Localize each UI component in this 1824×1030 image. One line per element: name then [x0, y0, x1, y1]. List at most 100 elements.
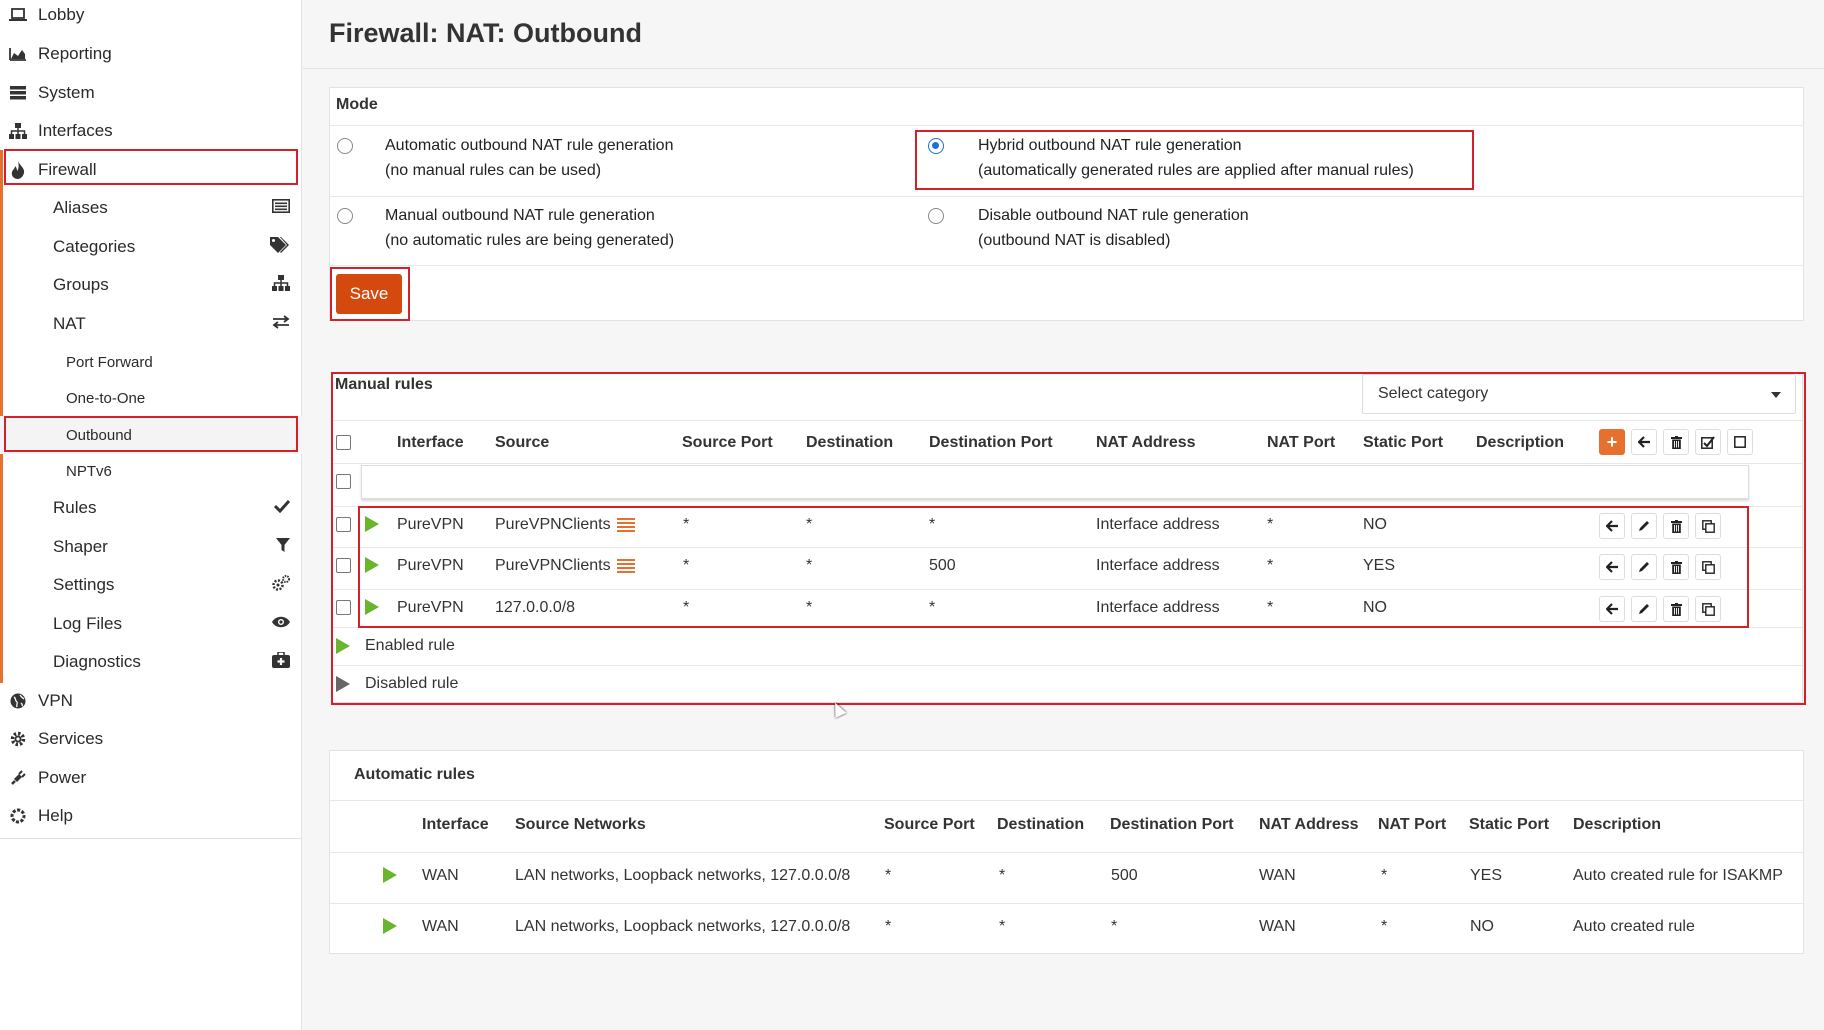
table-cell: Auto created rule for ISAKMP — [1573, 867, 1783, 884]
sidebar-item-rules[interactable]: Rules — [0, 489, 302, 527]
col-header: Destination Port — [929, 434, 1053, 451]
table-cell: * — [1111, 918, 1118, 935]
sidebar-item-help[interactable]: Help — [0, 797, 302, 835]
table-cell: NO — [1363, 599, 1387, 617]
option-title: Hybrid outbound NAT rule generation — [978, 137, 1242, 154]
select-all-checkbox[interactable] — [336, 435, 351, 450]
col-header: Source — [495, 434, 550, 451]
edit-rule-button[interactable] — [1631, 596, 1657, 622]
sidebar-item-one-to-one[interactable]: One-to-One — [0, 379, 302, 417]
table-cell: PureVPNClients — [495, 557, 635, 575]
mode-manual-label: Manual outbound NAT rule generation (no … — [385, 203, 674, 253]
divider — [332, 589, 1802, 590]
area-chart-icon — [8, 44, 28, 64]
mode-manual-radio[interactable] — [337, 208, 353, 224]
cell-text: PureVPNClients — [495, 557, 611, 574]
table-cell: * — [885, 918, 892, 935]
cell-text: Interface address — [1096, 516, 1220, 533]
move-selected-button[interactable] — [1631, 429, 1657, 455]
mode-automatic-radio[interactable] — [337, 138, 353, 154]
sidebar-item-diagnostics[interactable]: Diagnostics — [0, 643, 302, 681]
table-cell: * — [1267, 557, 1273, 575]
alias-list-icon[interactable] — [616, 558, 635, 573]
sidebar-item-power[interactable]: Power — [0, 759, 302, 797]
delete-rule-button[interactable] — [1663, 554, 1689, 580]
clone-rule-icon — [1701, 602, 1715, 616]
page-title: Firewall: NAT: Outbound — [329, 18, 642, 48]
sidebar-item-interfaces[interactable]: Interfaces — [0, 112, 302, 150]
delete-selected-button[interactable] — [1663, 429, 1689, 455]
move-rule-button[interactable] — [1599, 596, 1625, 622]
mode-disable-radio[interactable] — [928, 208, 944, 224]
table-cell: NO — [1363, 516, 1387, 534]
sidebar-item-nptv6[interactable]: NPTv6 — [0, 452, 302, 490]
row-checkbox[interactable] — [336, 558, 351, 573]
sidebar-item-shaper[interactable]: Shaper — [0, 528, 302, 566]
sidebar-item-reporting[interactable]: Reporting — [0, 35, 302, 73]
cell-text: * — [1267, 516, 1274, 533]
sidebar-item-lobby[interactable]: Lobby — [0, 0, 302, 34]
sidebar-item-label: NPTv6 — [66, 462, 112, 480]
clone-rule-icon — [1701, 560, 1715, 574]
sidebar-item-port-forward[interactable]: Port Forward — [0, 343, 302, 381]
table-cell: * — [1267, 599, 1273, 617]
sidebar-item-vpn[interactable]: VPN — [0, 682, 302, 720]
divider — [330, 125, 1803, 126]
table-cell: YES — [1470, 867, 1503, 884]
cell-text: 500 — [929, 557, 956, 574]
cell-text: PureVPN — [397, 599, 464, 616]
add-rule-button[interactable]: + — [1599, 429, 1625, 455]
col-header: Description — [1573, 816, 1662, 833]
sidebar-item-aliases[interactable]: Aliases — [0, 189, 302, 227]
table-cell: Interface address — [1096, 557, 1220, 575]
sidebar-item-nat[interactable]: NAT — [0, 305, 302, 343]
clone-rule-button[interactable] — [1695, 513, 1721, 539]
sidebar-item-settings[interactable]: Settings — [0, 566, 302, 604]
save-button[interactable]: Save — [336, 274, 402, 314]
row-checkbox[interactable] — [336, 600, 351, 615]
table-cell: Auto created rule — [1573, 918, 1695, 935]
sidebar-item-label: VPN — [38, 691, 73, 710]
col-header: NAT Address — [1259, 816, 1359, 833]
enable-selected-button[interactable] — [1695, 429, 1721, 455]
alias-list-icon[interactable] — [616, 517, 635, 532]
sidebar-item-groups[interactable]: Groups — [0, 266, 302, 304]
table-cell: NO — [1470, 918, 1494, 935]
sidebar-item-label: Port Forward — [66, 353, 153, 371]
row-checkbox[interactable] — [336, 517, 351, 532]
medkit-icon — [272, 650, 290, 673]
sidebar-item-firewall[interactable]: Firewall — [0, 151, 302, 189]
filter-row-input[interactable] — [361, 465, 1749, 499]
edit-rule-button[interactable] — [1631, 513, 1657, 539]
sidebar-item-label: One-to-One — [66, 389, 146, 407]
sidebar-item-system[interactable]: System — [0, 74, 302, 112]
disable-selected-button[interactable] — [1727, 429, 1753, 455]
mode-hybrid-radio[interactable] — [928, 138, 944, 154]
delete-rule-button[interactable] — [1663, 596, 1689, 622]
sidebar-item-categories[interactable]: Categories — [0, 228, 302, 266]
play-icon[interactable] — [365, 599, 379, 615]
option-subtitle: (automatically generated rules are appli… — [978, 162, 1414, 179]
sidebar-item-services[interactable]: Services — [0, 720, 302, 758]
sidebar-item-label: Diagnostics — [53, 652, 141, 671]
sidebar-item-label: NAT — [53, 314, 86, 333]
delete-rule-icon — [1670, 560, 1682, 574]
automatic-rules-header: Automatic rules — [354, 766, 475, 783]
play-icon[interactable] — [365, 557, 379, 573]
cell-text: 127.0.0.0/8 — [495, 599, 576, 616]
sidebar-item-outbound[interactable]: Outbound — [0, 416, 302, 454]
category-select[interactable]: Select category — [1362, 374, 1796, 414]
clone-rule-button[interactable] — [1695, 596, 1721, 622]
delete-rule-button[interactable] — [1663, 513, 1689, 539]
sidebar-item-label: Rules — [53, 498, 97, 517]
col-header: Destination Port — [1110, 816, 1234, 833]
play-icon[interactable] — [365, 516, 379, 532]
filter-row-checkbox[interactable] — [336, 474, 351, 489]
sidebar-item-label: Aliases — [53, 198, 108, 217]
clone-rule-button[interactable] — [1695, 554, 1721, 580]
cell-text: * — [806, 557, 813, 574]
sidebar-item-log-files[interactable]: Log Files — [0, 605, 302, 643]
move-rule-button[interactable] — [1599, 554, 1625, 580]
edit-rule-button[interactable] — [1631, 554, 1657, 580]
move-rule-button[interactable] — [1599, 513, 1625, 539]
